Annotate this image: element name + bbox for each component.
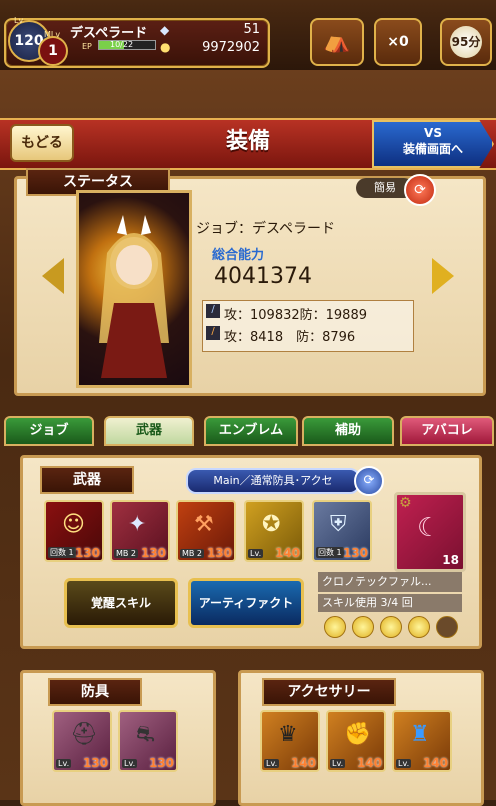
slot-tag: Lv. — [396, 759, 412, 768]
equipment-mode-label[interactable]: Main／通常防具･アクセ — [186, 468, 360, 494]
slot-level: 130 — [74, 546, 100, 560]
slot-tag: 回数 1 — [316, 547, 344, 558]
skill-charge-icon — [324, 616, 346, 638]
slot-tag: MB 2 — [180, 549, 205, 558]
gold-count: 9972902 — [202, 40, 260, 55]
tab-job[interactable]: ジョブ — [4, 416, 94, 446]
special-weapon-count: 18 — [442, 553, 459, 567]
slot-tag: Lv. — [56, 759, 72, 768]
vs-line2: 装備画面へ — [402, 142, 463, 156]
prev-character-arrow[interactable] — [42, 258, 64, 294]
tab-weapon[interactable]: 武器 — [104, 416, 194, 446]
skill-name: クロノテックファル... — [318, 572, 462, 592]
weapon-slot-2[interactable]: ✦ MB 2 130 — [110, 500, 170, 562]
skill-charge-icon — [352, 616, 374, 638]
stat-row-sub: 攻：8418 防：8796 — [224, 330, 356, 345]
tab-avacolle[interactable]: アバコレ — [400, 416, 494, 446]
awaken-skill-button[interactable]: 覚醒スキル — [64, 578, 178, 628]
ticket-button[interactable]: ×0 — [374, 18, 422, 66]
gem-icon: ◆ — [160, 23, 170, 37]
slot-level: 130 — [206, 546, 232, 560]
book-icon: ⛺ — [323, 29, 351, 54]
stat-row-main: 攻：109832防：19889 — [224, 308, 367, 323]
tab-emblem[interactable]: エンブレム — [204, 416, 298, 446]
ep-label: EP — [82, 42, 92, 51]
weapon-ribbon: 武器 — [40, 466, 134, 494]
accessory-slot-2[interactable]: ✊ Lv. 140 — [326, 710, 386, 772]
skill-charge-empty-icon — [436, 616, 458, 638]
accessory-ribbon: アクセサリー — [262, 678, 396, 706]
slot-level: 130 — [140, 546, 166, 560]
page-title: 装備 — [225, 129, 270, 154]
vs-equipment-button[interactable]: VS 装備画面へ — [372, 120, 494, 168]
helmet-icon: ♛ — [278, 722, 298, 747]
weapon-slot-4[interactable]: ✪ Lv. 140 — [244, 500, 304, 562]
weapon-portrait-icon: ☺ — [62, 512, 85, 537]
gauntlet-icon: ✊ — [344, 722, 372, 747]
gear-icon: ⚙ — [399, 495, 412, 511]
sub-weapon-icon: / — [206, 326, 220, 340]
total-ability-label: 総合能力 — [212, 248, 265, 263]
next-character-arrow[interactable] — [432, 258, 454, 294]
weapon-slot-5[interactable]: ⛨ 回数 1 130 — [312, 500, 372, 562]
shield-icon: ⛨ — [330, 512, 347, 537]
golden-weapon-icon: ✪ — [262, 512, 281, 537]
slot-level: 130 — [82, 756, 108, 770]
menu-book-button[interactable]: ⛺ — [310, 18, 364, 66]
sword-icon: / — [206, 304, 220, 318]
back-button[interactable]: もどる — [10, 124, 74, 162]
level-label: Lv — [14, 16, 24, 25]
slot-level: 130 — [342, 546, 368, 560]
slot-tag: Lv. — [248, 549, 264, 558]
amulet-icon: ♜ — [410, 722, 430, 747]
special-weapon-slot[interactable]: ⚙ ☾ 18 — [394, 492, 466, 572]
total-ability-value: 4041374 — [214, 264, 312, 289]
slot-level: 140 — [422, 756, 448, 770]
slot-level: 140 — [356, 756, 382, 770]
gem-count: 51 — [243, 22, 260, 37]
stamina-clock-icon: 95分 — [450, 26, 482, 58]
slot-tag: Lv. — [264, 759, 280, 768]
axe-icon: ⚒ — [194, 512, 214, 537]
skill-charge-icon — [408, 616, 430, 638]
job-line: ジョブ：デスペラード — [196, 221, 336, 237]
armor-slot-1[interactable]: ⛑ Lv. 130 — [52, 710, 112, 772]
boots-icon: ⛐ — [136, 722, 155, 747]
bird-icon: ✦ — [128, 512, 147, 537]
slot-tag: MB 2 — [114, 549, 139, 558]
ep-value: 10/22 — [110, 40, 134, 49]
character-silhouette-icon — [99, 215, 169, 378]
armor-icon: ⛑ — [70, 722, 98, 747]
weapon-slot-1[interactable]: ☺ 回数 1 130 — [44, 500, 104, 562]
slot-level: 130 — [148, 756, 174, 770]
slot-tag: Lv. — [330, 759, 346, 768]
armor-ribbon: 防具 — [48, 678, 142, 706]
tab-support[interactable]: 補助 — [302, 416, 394, 446]
slot-tag: 回数 1 — [48, 547, 76, 558]
character-portrait[interactable] — [76, 190, 192, 388]
refresh-icon[interactable]: ⟳ — [404, 174, 436, 206]
weapon-slot-3[interactable]: ⚒ MB 2 130 — [176, 500, 236, 562]
accessory-slot-3[interactable]: ♜ Lv. 140 — [392, 710, 452, 772]
scythe-icon: ☾ — [417, 513, 441, 543]
player-name: デスペラード — [70, 26, 148, 41]
skill-usage: スキル使用 3/4 回 — [318, 594, 462, 612]
switch-mode-icon[interactable]: ⟳ — [354, 466, 384, 496]
slot-level: 140 — [290, 756, 316, 770]
stamina-button[interactable]: 95分 — [440, 18, 492, 66]
vs-line1: VS — [424, 126, 442, 140]
skill-charge-icon — [380, 616, 402, 638]
slot-tag: Lv. — [122, 759, 138, 768]
gold-icon: ● — [160, 40, 171, 54]
mlevel-badge: 1 — [38, 36, 68, 66]
slot-level: 140 — [274, 546, 300, 560]
artifact-button[interactable]: アーティファクト — [188, 578, 304, 628]
accessory-slot-1[interactable]: ♛ Lv. 140 — [260, 710, 320, 772]
armor-slot-2[interactable]: ⛐ Lv. 130 — [118, 710, 178, 772]
